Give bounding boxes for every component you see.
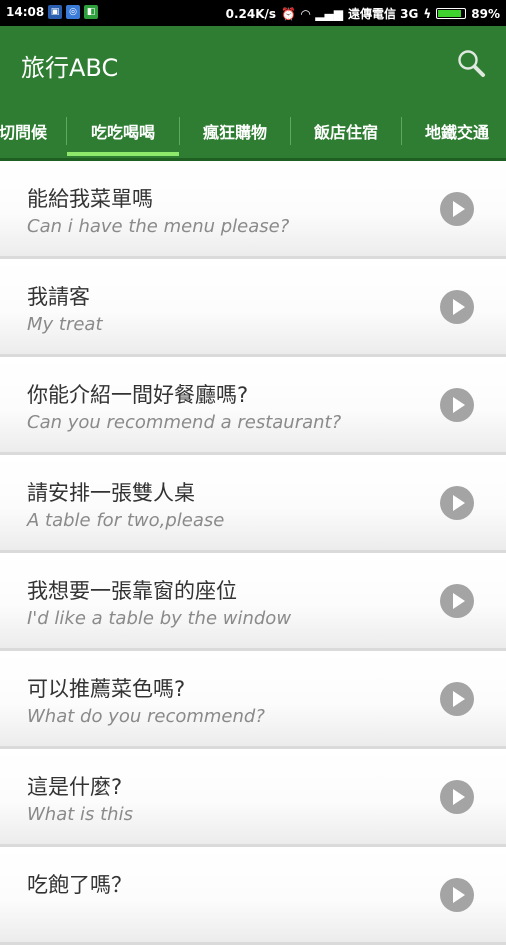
phrase-row[interactable]: 這是什麼? What is this: [0, 749, 506, 847]
play-icon[interactable]: [440, 486, 474, 520]
phrase-row[interactable]: 可以推薦菜色嗎? What do you recommend?: [0, 651, 506, 749]
notification-app-icon: ▣: [48, 5, 62, 19]
charging-icon: ϟ: [423, 6, 432, 21]
play-icon[interactable]: [440, 192, 474, 226]
play-icon[interactable]: [440, 388, 474, 422]
play-icon[interactable]: [440, 290, 474, 324]
carrier-label: 遠傳電信 3G: [347, 7, 419, 21]
active-tab-indicator: [67, 152, 179, 156]
tab-hotel[interactable]: 飯店住宿: [291, 104, 401, 158]
battery-icon: [436, 8, 467, 19]
battery-fill: [438, 10, 462, 17]
battery-percent: 89%: [471, 6, 500, 21]
phrase-english: Can i have the menu please?: [27, 216, 290, 237]
status-bar: 14:08 ▣ ◎ ◧ 0.24K/s ⏰ ◠ ▂▄▆ 遠傳電信 3G ϟ 89…: [0, 0, 506, 26]
phrase-english: A table for two,please: [27, 510, 225, 531]
play-icon[interactable]: [440, 780, 474, 814]
phrase-row[interactable]: 你能介紹一間好餐廳嗎? Can you recommend a restaura…: [0, 357, 506, 455]
phrase-chinese: 我請客: [27, 285, 90, 309]
app-title: 旅行ABC: [21, 54, 119, 82]
tab-label: 瘋狂購物: [202, 123, 267, 142]
phrase-english: What is this: [27, 804, 133, 825]
phrase-chinese: 這是什麼?: [27, 775, 123, 799]
phrase-chinese: 能給我菜單嗎: [27, 187, 153, 211]
play-icon[interactable]: [440, 584, 474, 618]
wifi-icon: ◠: [301, 6, 311, 21]
tab-eating[interactable]: 吃吃喝喝: [67, 104, 179, 158]
tab-label: 吃吃喝喝: [90, 123, 155, 142]
phrase-chinese: 我想要一張靠窗的座位: [27, 579, 237, 603]
phrase-row[interactable]: 能給我菜單嗎 Can i have the menu please?: [0, 161, 506, 259]
phrase-english: I'd like a table by the window: [27, 608, 292, 629]
tab-transport[interactable]: 地鐵交通: [402, 104, 506, 158]
play-icon[interactable]: [440, 682, 474, 716]
phrase-chinese: 你能介紹一間好餐廳嗎?: [27, 383, 249, 407]
phrase-chinese: 可以推薦菜色嗎?: [27, 677, 186, 701]
app-bar: 旅行ABC: [0, 26, 506, 104]
notification-icons: ▣ ◎ ◧: [48, 5, 98, 19]
tab-greetings[interactable]: 切問候: [0, 104, 60, 158]
phrase-list: 能給我菜單嗎 Can i have the menu please? 我請客 M…: [0, 161, 506, 945]
category-tabs: 切問候 吃吃喝喝 瘋狂購物 飯店住宿 地鐵交通: [0, 104, 506, 158]
tab-label: 地鐵交通: [424, 123, 489, 142]
search-icon[interactable]: [456, 48, 486, 78]
phrase-row[interactable]: 我請客 My treat: [0, 259, 506, 357]
phrase-row[interactable]: 請安排一張雙人桌 A table for two,please: [0, 455, 506, 553]
notification-mail-icon: ◎: [66, 5, 80, 19]
phrase-english: My treat: [27, 314, 103, 335]
status-time: 14:08: [6, 5, 45, 19]
tab-shopping[interactable]: 瘋狂購物: [180, 104, 290, 158]
phrase-chinese: 請安排一張雙人桌: [27, 481, 195, 505]
signal-icon: ▂▄▆: [315, 6, 343, 21]
phrase-row[interactable]: 吃飽了嗎？: [0, 847, 506, 945]
tab-label: 飯店住宿: [313, 123, 378, 142]
tab-label: 切問候: [0, 123, 47, 142]
phrase-english: Can you recommend a restaurant?: [27, 412, 342, 433]
alarm-icon: ⏰: [281, 6, 297, 21]
phrase-chinese: 吃飽了嗎？: [27, 873, 132, 897]
status-right: 0.24K/s ⏰ ◠ ▂▄▆ 遠傳電信 3G ϟ 89%: [226, 5, 500, 22]
play-icon[interactable]: [440, 878, 474, 912]
network-speed: 0.24K/s: [225, 6, 277, 21]
phrase-english: What do you recommend?: [27, 706, 265, 727]
notification-chat-icon: ◧: [84, 5, 98, 19]
phrase-row[interactable]: 我想要一張靠窗的座位 I'd like a table by the windo…: [0, 553, 506, 651]
